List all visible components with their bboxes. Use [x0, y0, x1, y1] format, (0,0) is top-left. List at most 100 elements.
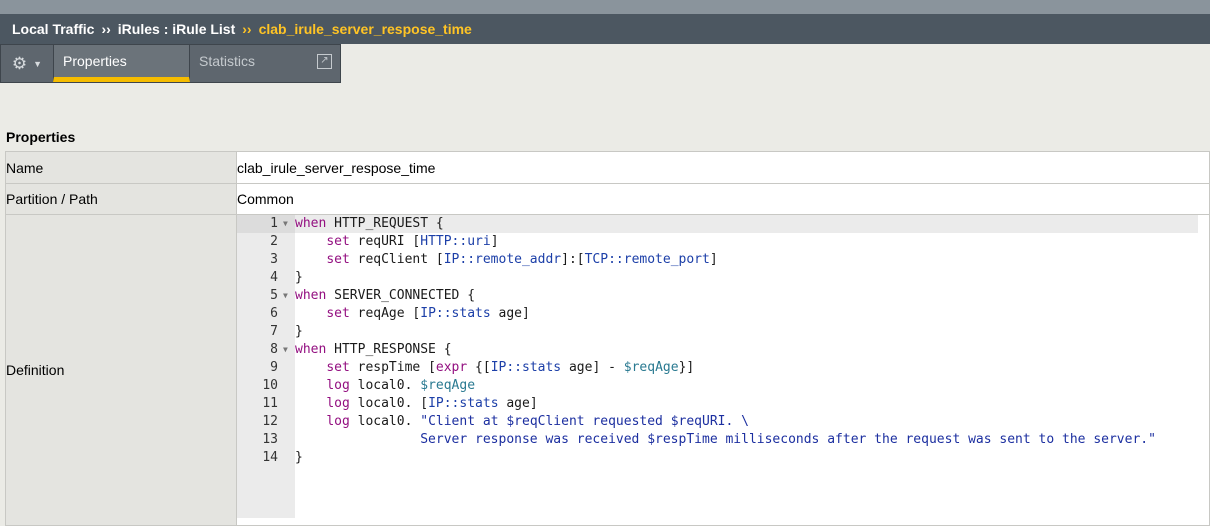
breadcrumb-separator: ››	[242, 21, 252, 37]
fold-arrow-icon[interactable]: ▼	[283, 341, 288, 359]
line-number: 6	[237, 305, 295, 323]
code-token: when	[295, 288, 327, 303]
code-token: ]	[490, 234, 499, 249]
code-line: log local0. "Client at $reqClient reques…	[295, 413, 1198, 431]
code-token: }	[295, 324, 303, 339]
line-number-text: 11	[262, 396, 278, 411]
line-number-text: 2	[270, 234, 278, 249]
line-number: 5 ▼	[237, 287, 295, 305]
code-token: reqClient [	[349, 252, 444, 267]
top-strip	[0, 0, 1210, 14]
line-number: 2	[237, 233, 295, 251]
code-token: IP::stats	[490, 360, 562, 375]
code-line: when SERVER_CONNECTED {	[295, 287, 1198, 305]
fold-arrow-icon[interactable]: ▼	[283, 287, 288, 305]
code-token: log	[326, 378, 350, 393]
line-number-text: 9	[270, 360, 278, 375]
line-number-text: 5	[270, 288, 278, 303]
code-token: age] -	[561, 360, 624, 375]
code-token: }	[295, 270, 303, 285]
code-token: }]	[678, 360, 695, 375]
code-token: when	[295, 342, 327, 357]
tab-statistics-label: Statistics	[199, 53, 256, 69]
line-number-text: 10	[262, 378, 278, 393]
table-row: Definition 1 ▼ 2 3 4 5 ▼ 6 7 8 ▼ 9 10 11 12 13 14 when H…	[5, 214, 1210, 526]
line-number: 8 ▼	[237, 341, 295, 359]
code-token: local0. [	[349, 396, 429, 411]
code-line: set reqClient [IP::remote_addr]:[TCP::re…	[295, 251, 1198, 269]
breadcrumb-separator: ››	[101, 21, 111, 37]
name-value: clab_irule_server_respose_time	[236, 151, 1210, 184]
tab-properties[interactable]: Properties	[53, 45, 190, 82]
code-line: set respTime [expr {[IP::stats age] - $r…	[295, 359, 1198, 377]
line-number-text: 4	[270, 270, 278, 285]
line-number-text: 13	[262, 432, 278, 447]
tab-statistics[interactable]: Statistics ↗	[190, 45, 340, 82]
external-link-icon[interactable]: ↗	[317, 54, 332, 69]
code-line: set reqAge [IP::stats age]	[295, 305, 1198, 323]
code-token: $reqAge	[623, 360, 679, 375]
code-token: reqAge [	[349, 306, 421, 321]
line-number-text: 7	[270, 324, 278, 339]
code-token: IP::remote_addr	[443, 252, 562, 267]
line-number-text: 8	[270, 342, 278, 357]
partition-label: Partition / Path	[5, 183, 237, 215]
code-token: ]:[	[561, 252, 585, 267]
definition-cell: 1 ▼ 2 3 4 5 ▼ 6 7 8 ▼ 9 10 11 12 13 14 when HTTP_REQUEST…	[236, 214, 1210, 526]
code-token: set	[326, 360, 350, 375]
code-token: local0.	[349, 378, 421, 393]
code-token: SERVER_CONNECTED {	[326, 288, 476, 303]
breadcrumb-local-traffic[interactable]: Local Traffic	[12, 14, 94, 44]
code-line: log local0. $reqAge	[295, 377, 1198, 395]
line-number-text: 14	[262, 450, 278, 465]
code-token: set	[326, 252, 350, 267]
code-token: age]	[498, 396, 538, 411]
gear-icon: ⚙	[11, 53, 28, 73]
line-number: 10	[237, 377, 295, 395]
code-token: }	[295, 450, 303, 465]
definition-label: Definition	[5, 214, 237, 526]
line-number: 14	[237, 449, 295, 467]
table-row: Name clab_irule_server_respose_time	[5, 151, 1210, 184]
line-number: 7	[237, 323, 295, 341]
code-token: IP::stats	[420, 306, 491, 321]
tab-properties-label: Properties	[63, 53, 127, 69]
partition-value: Common	[236, 183, 1210, 215]
code-editor[interactable]: 1 ▼ 2 3 4 5 ▼ 6 7 8 ▼ 9 10 11 12 13 14 when HTTP_REQUEST…	[237, 215, 1198, 518]
code-token: local0.	[349, 414, 421, 429]
code-token: Server response was received $respTime m…	[295, 432, 1156, 447]
code-token: "Client at $reqClient requested $reqURI.…	[420, 414, 749, 429]
gear-menu-button[interactable]: ⚙ ▼	[1, 45, 53, 82]
fold-arrow-icon[interactable]: ▼	[283, 215, 288, 233]
code-token: HTTP_REQUEST {	[326, 216, 444, 231]
code-token: age]	[490, 306, 530, 321]
code-token: {[	[467, 360, 491, 375]
name-label: Name	[5, 151, 237, 184]
line-number: 13	[237, 431, 295, 449]
tab-group: ⚙ ▼ Properties Statistics ↗	[0, 44, 341, 83]
code-line: Server response was received $respTime m…	[295, 431, 1198, 449]
code-line: }	[295, 323, 1198, 341]
section-title: Properties	[6, 129, 76, 145]
code-token: $reqAge	[420, 378, 476, 393]
breadcrumb-irule-list[interactable]: iRules : iRule List	[118, 14, 235, 44]
code-token: respTime [	[349, 360, 436, 375]
code-token: reqURI [	[349, 234, 421, 249]
code-token: log	[326, 396, 350, 411]
line-number-text: 12	[262, 414, 278, 429]
code-token: set	[326, 234, 350, 249]
line-number: 11	[237, 395, 295, 413]
properties-table: Name clab_irule_server_respose_time Part…	[5, 151, 1210, 526]
line-number-text: 3	[270, 252, 278, 267]
breadcrumb: Local Traffic ›› iRules : iRule List ›› clab…	[0, 14, 1210, 44]
line-number: 9	[237, 359, 295, 377]
code-line: }	[295, 449, 1198, 467]
chevron-down-icon: ▼	[33, 58, 43, 69]
code-token: HTTP::uri	[420, 234, 491, 249]
code-area[interactable]: when HTTP_REQUEST { set reqURI [HTTP::ur…	[295, 215, 1198, 518]
